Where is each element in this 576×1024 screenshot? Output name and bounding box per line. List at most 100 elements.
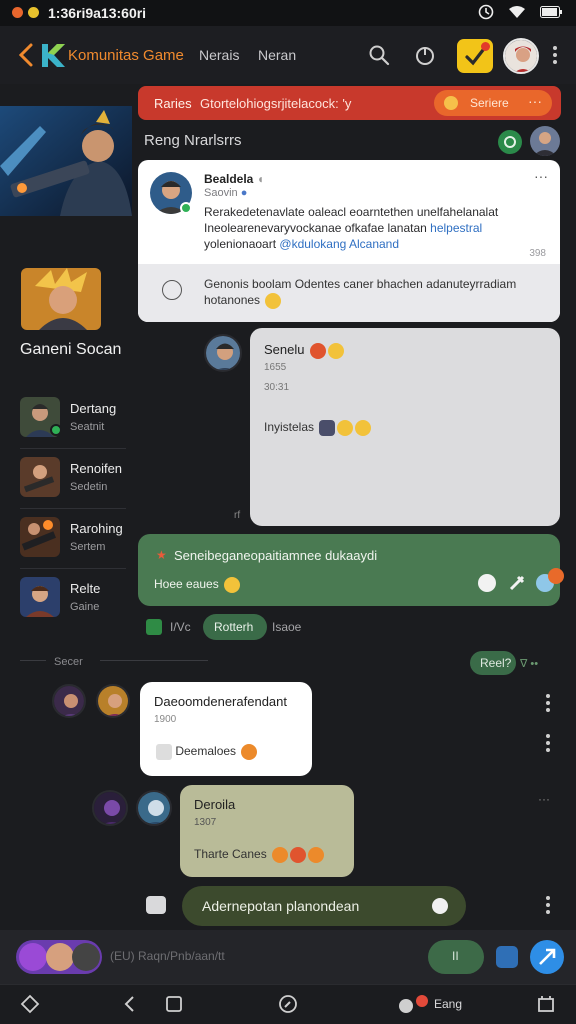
sidebar-item-2[interactable]: Renoifen Sedetin [20,452,130,504]
sidebar-item-sub: Sedetin [70,481,108,493]
wifi-icon [509,6,525,18]
highlight-message[interactable]: ★ Seneibeganeopaitiamnee dukaaydi Hoee e… [138,534,564,606]
app-logo [42,44,65,67]
bot-icon[interactable] [146,896,166,914]
message-input-bar: (EU) Raqn/Pnb/aan/tt II [0,930,576,984]
app-header: Komunitas Game Nerais Neran [0,26,576,84]
emoji-icon [432,898,448,914]
post-link[interactable]: helpestral [430,221,482,235]
reply-icon [162,280,182,300]
message-time: 1900 [154,714,177,725]
sidebar-divider [20,448,126,449]
sidebar-item-4[interactable]: Relte Gaine [20,572,130,624]
reaction-pill[interactable]: Rotterh [203,614,267,640]
status-time: 1:36ri9a13:60ri [48,5,147,21]
divider-line [20,660,46,661]
send-button[interactable] [530,940,564,974]
game-title: Ganeni Socan [20,341,122,358]
check-icon[interactable] [146,619,162,635]
highlight-sub: Hoee eaues [154,577,241,593]
sidebar-item-sub: Sertem [70,541,106,553]
online-indicator [50,424,62,436]
nav-link-2[interactable]: Neran [258,47,296,63]
message-more-icon[interactable] [546,896,550,917]
status-icons [478,4,562,20]
pin-icon[interactable] [508,574,526,592]
announcement-banner[interactable]: Raries Gtortelohiogsrjitelacock: 'y Seri… [138,86,561,120]
status-dot-yellow [28,7,39,18]
message-bubble[interactable]: Daeoomdenerafendant 1900 Deemaloes [140,682,312,776]
message-time-2: 30:31 [264,382,290,393]
message-text: Deemaloes [154,744,258,760]
friends-icon[interactable] [396,994,430,1014]
sidebar-item-name: Dertang [70,401,117,416]
nav-home-icon[interactable] [164,994,184,1014]
message-author: Senelu [264,342,345,359]
message-stamp: rf [234,510,241,521]
post-more-icon[interactable]: ··· [534,168,548,184]
highlight-title: Seneibeganeopaitiamnee dukaaydi [174,548,378,563]
message-bubble[interactable]: Senelu 1655 30:31 Inyistelas [250,328,560,526]
mic-button[interactable]: II [428,940,484,974]
banner-text: Gtortelohiogsrjitelacock: 'y [200,96,352,111]
smile-icon [444,96,458,110]
message-text: Tharte Canes [194,847,325,863]
store-icon[interactable] [536,994,556,1014]
compass-icon[interactable] [278,994,298,1014]
post-meta: Saovin ● [204,187,248,199]
message-avatar[interactable] [96,684,130,718]
emoji-icon [265,292,282,309]
game-cover-icon[interactable] [21,268,101,330]
reaction-label: I/Vc [170,620,191,634]
status-pill[interactable]: Reel? [470,651,516,675]
power-icon[interactable] [414,44,436,66]
header-more-icon[interactable] [553,46,557,67]
image-icon[interactable] [496,946,518,968]
post-reply[interactable]: Genonis boolam Odentes caner bhachen ada… [138,264,560,322]
banner-more-icon[interactable]: ··· [528,93,542,109]
reaction-after: Isaoe [272,620,302,634]
online-indicator [180,202,192,214]
divider-line [100,660,208,661]
profile-avatar[interactable] [503,38,539,74]
sidebar-item-3[interactable]: Rarohing Sertem [20,512,130,564]
message-avatar[interactable] [92,790,128,826]
nav-link-1[interactable]: Nerais [199,47,239,63]
notification-dot [481,42,490,51]
nav-back-icon[interactable] [120,994,140,1014]
section-avatar[interactable] [530,126,560,156]
message-avatar[interactable] [204,334,242,372]
send-icon [539,948,556,965]
message-more-icon[interactable] [546,694,550,715]
post-author-name: Bealdela ◖ [204,172,264,186]
banner-action-pill[interactable]: Seriere ··· [434,90,552,116]
message-author: Deroila [194,797,236,812]
sidebar-item-name: Relte [70,581,101,596]
achievements-button[interactable] [457,39,493,73]
sidebar-item-name: Rarohing [70,521,123,536]
back-arrow-icon[interactable] [16,42,38,68]
message-more-icon[interactable] [546,734,550,755]
message-avatar[interactable] [136,790,172,826]
divider-label: Secer [54,656,83,668]
message-bubble[interactable]: Deroila 1307 Tharte Canes [180,785,354,877]
sidebar-item-1[interactable]: Dertang Seatnit [20,392,130,444]
section-refresh-icon[interactable] [498,130,522,154]
message-more-icon[interactable]: ··· [538,792,550,806]
sidebar-item-thumb [20,517,60,557]
nav-label[interactable]: Eang [434,997,462,1011]
message-time: 1655 [264,362,287,373]
clock-icon [478,4,494,20]
participants-avatars[interactable] [16,940,102,974]
search-icon[interactable] [368,44,390,66]
post-card[interactable]: Bealdela ◖ Saovin ● ··· Rerakedetenavlat… [138,160,560,322]
message-author: Daeoomdenerafendant [154,694,287,709]
diamond-icon[interactable] [20,994,40,1014]
message-avatar[interactable] [52,684,86,718]
fire-icon[interactable] [548,568,564,584]
suggested-reply[interactable]: Adernepotan planondean [182,886,466,926]
app-title: Komunitas Game [68,47,184,64]
post-mention[interactable]: @kdulokang Alcanand [279,237,399,251]
message-input[interactable]: (EU) Raqn/Pnb/aan/tt [110,949,225,963]
emoji-react-icon[interactable] [478,574,496,592]
